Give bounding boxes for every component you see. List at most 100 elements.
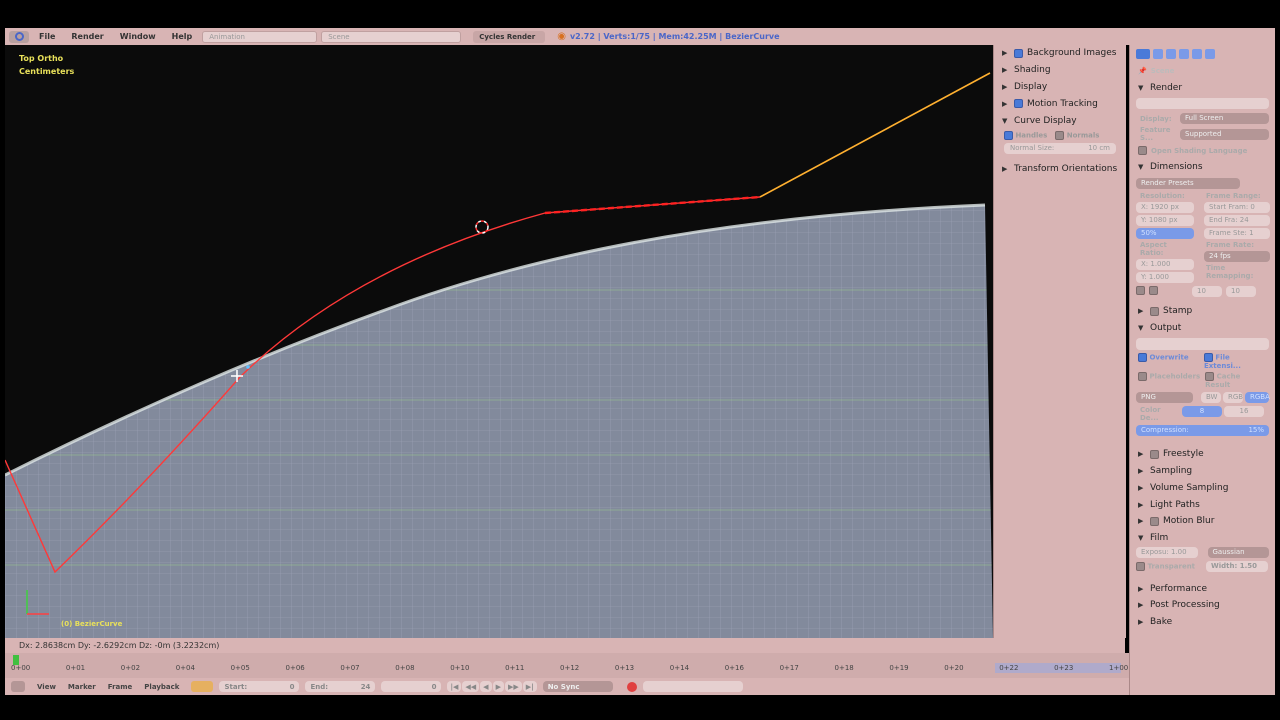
section-light-paths[interactable]: ▶ Light Paths	[1130, 496, 1275, 513]
osl-toggle[interactable]: Open Shading Language	[1130, 142, 1275, 159]
menu-help[interactable]: Help	[166, 32, 199, 41]
play-reverse-icon[interactable]: ◀	[480, 681, 492, 692]
rgb-button[interactable]: RGB	[1223, 392, 1243, 404]
exposure-field[interactable]: Exposu: 1.00	[1136, 547, 1198, 559]
end-frame-field[interactable]: End: 24	[305, 681, 376, 692]
section-stamp[interactable]: ▶ Stamp	[1130, 303, 1275, 320]
panel-background-images[interactable]: ▶ Background Images	[994, 45, 1126, 62]
filter-dropdown[interactable]: Gaussian	[1207, 547, 1269, 559]
world-tab-icon[interactable]	[1179, 49, 1189, 59]
filter-width-field[interactable]: Width: 1.50	[1206, 561, 1268, 573]
section-motion-blur[interactable]: ▶ Motion Blur	[1130, 513, 1275, 530]
border-checkbox-icon[interactable]	[1136, 285, 1145, 295]
transparent-toggle[interactable]: Transparent	[1136, 562, 1202, 572]
display-dropdown[interactable]: Full Screen	[1180, 113, 1269, 125]
jump-start-icon[interactable]: |◀	[447, 681, 462, 692]
section-volume-sampling[interactable]: ▶ Volume Sampling	[1130, 480, 1275, 497]
handles-toggle[interactable]: Handles	[1004, 130, 1047, 140]
blender-logo-icon[interactable]	[9, 30, 29, 43]
res-percent-slider[interactable]: 50%	[1136, 227, 1194, 239]
timeline[interactable]: 0+00 0+01 0+02 0+04 0+05 0+06 0+07 0+08 0+10 0+11…	[5, 653, 1129, 678]
3d-viewport[interactable]: Top Ortho Centimeters (0) BezierCurve	[5, 45, 993, 638]
checkbox-icon[interactable]	[1150, 306, 1159, 316]
section-sampling[interactable]: ▶ Sampling	[1130, 463, 1275, 480]
res-x-field[interactable]: X: 1920 px	[1136, 201, 1194, 213]
render-engine-dropdown[interactable]: Cycles Render	[473, 30, 546, 43]
current-frame-field[interactable]: 0	[381, 681, 442, 692]
crop-checkbox-icon[interactable]	[1149, 285, 1158, 295]
aspect-y-field[interactable]: Y: 1.000	[1136, 271, 1194, 283]
screen-layout-field[interactable]: Animation	[202, 30, 318, 43]
render-buttons-row[interactable]	[1136, 98, 1269, 110]
rgba-button[interactable]: RGBA	[1245, 392, 1270, 404]
menu-render[interactable]: Render	[65, 32, 109, 41]
depth-8-button[interactable]: 8	[1182, 406, 1222, 418]
data-tab-icon[interactable]	[1205, 49, 1215, 59]
section-output[interactable]: ▼ Output	[1130, 319, 1275, 336]
res-y-field[interactable]: Y: 1080 px	[1136, 214, 1194, 226]
bw-button[interactable]: BW	[1201, 392, 1221, 404]
section-film[interactable]: ▼ Film	[1130, 530, 1275, 547]
remap-new-field[interactable]: 10	[1226, 285, 1256, 297]
menu-view[interactable]: View	[37, 683, 56, 691]
panel-display[interactable]: ▶ Display	[994, 79, 1126, 96]
render-tab-icon[interactable]	[1136, 49, 1150, 59]
feature-set-dropdown[interactable]: Supported	[1180, 128, 1269, 140]
menu-marker[interactable]: Marker	[68, 683, 96, 691]
panel-motion-tracking[interactable]: ▶ Motion Tracking	[994, 95, 1126, 112]
editor-type-icon[interactable]	[11, 681, 25, 692]
render-presets-dropdown[interactable]: Render Presets	[1136, 177, 1240, 189]
checkbox-icon[interactable]	[1014, 99, 1023, 109]
section-post-processing[interactable]: ▶ Post Processing	[1130, 597, 1275, 614]
menu-frame[interactable]: Frame	[108, 683, 133, 691]
keying-icon[interactable]	[191, 681, 214, 692]
panel-shading[interactable]: ▶ Shading	[994, 62, 1126, 79]
start-frame-field[interactable]: Start: 0	[219, 681, 300, 692]
menu-playback[interactable]: Playback	[144, 683, 179, 691]
checkbox-icon[interactable]	[1150, 449, 1159, 459]
panel-transform-orientations[interactable]: ▶ Transform Orientations	[994, 161, 1126, 178]
panel-curve-display[interactable]: ▼ Curve Display	[994, 112, 1126, 129]
menu-window[interactable]: Window	[114, 32, 162, 41]
overwrite-toggle[interactable]: Overwrite	[1138, 353, 1200, 370]
aspect-x-field[interactable]: X: 1.000	[1136, 258, 1194, 270]
normals-toggle[interactable]: Normals	[1055, 130, 1099, 140]
output-path-field[interactable]	[1136, 338, 1269, 351]
jump-end-icon[interactable]: ▶|	[522, 681, 537, 692]
section-render[interactable]: ▼ Render	[1130, 80, 1275, 97]
compression-slider[interactable]: Compression: 15%	[1136, 425, 1269, 437]
next-key-icon[interactable]: ▶▶	[504, 681, 522, 692]
play-icon[interactable]: ▶	[492, 681, 504, 692]
cache-result-toggle[interactable]: Cache Result	[1205, 372, 1267, 389]
section-performance[interactable]: ▶ Performance	[1130, 580, 1275, 597]
normal-size-field[interactable]: Normal Size: 10 cm	[1004, 142, 1116, 154]
placeholders-toggle[interactable]: Placeholders	[1138, 372, 1201, 389]
checkbox-icon[interactable]	[1055, 130, 1065, 140]
menu-file[interactable]: File	[33, 32, 61, 41]
viewport-canvas[interactable]	[5, 45, 993, 638]
keying-set-field[interactable]	[642, 681, 743, 692]
checkbox-icon[interactable]	[1150, 516, 1159, 526]
expand-icon: ▶	[1138, 450, 1144, 459]
file-ext-toggle[interactable]: File Extensi...	[1203, 353, 1267, 370]
timeline-tick-label: 0+02	[120, 664, 141, 672]
object-tab-icon[interactable]	[1192, 49, 1202, 59]
frame-end-field[interactable]: End Fra: 24	[1204, 214, 1270, 226]
remap-old-field[interactable]: 10	[1192, 285, 1222, 297]
file-format-dropdown[interactable]: PNG	[1136, 392, 1193, 404]
section-bake[interactable]: ▶ Bake	[1130, 614, 1275, 631]
prev-key-icon[interactable]: ◀◀	[462, 681, 480, 692]
sync-dropdown[interactable]: No Sync	[542, 681, 613, 692]
record-icon[interactable]	[626, 681, 637, 692]
scene-field[interactable]: Scene	[321, 30, 462, 43]
frame-step-field[interactable]: Frame Ste: 1	[1204, 227, 1270, 239]
fps-dropdown[interactable]: 24 fps	[1204, 250, 1270, 262]
checkbox-icon[interactable]	[1014, 48, 1023, 58]
frame-start-field[interactable]: Start Fram: 0	[1204, 201, 1270, 213]
section-dimensions[interactable]: ▼ Dimensions	[1130, 159, 1275, 176]
scene-tab-icon[interactable]	[1166, 49, 1176, 59]
section-freestyle[interactable]: ▶ Freestyle	[1130, 446, 1275, 463]
depth-16-button[interactable]: 16	[1224, 406, 1264, 418]
checkbox-icon[interactable]	[1004, 130, 1013, 140]
layers-tab-icon[interactable]	[1153, 49, 1163, 59]
